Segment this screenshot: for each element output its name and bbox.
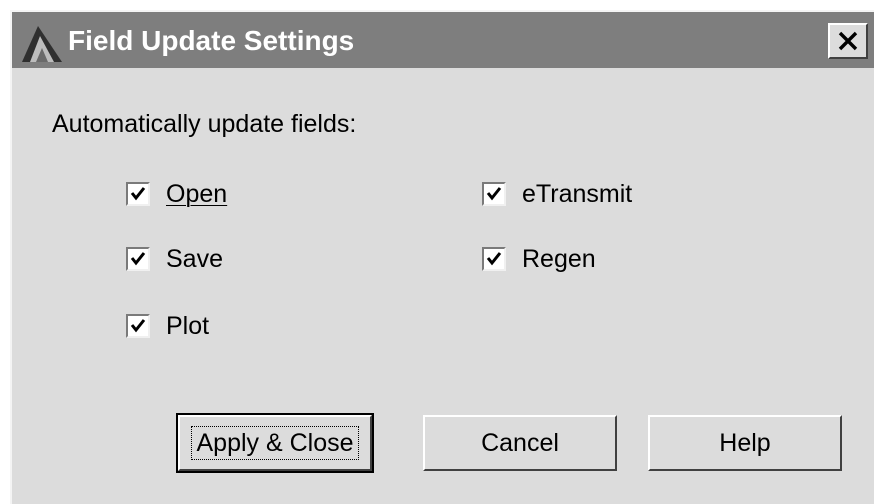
save-checkbox-option[interactable]: Save: [126, 242, 223, 276]
close-button[interactable]: [828, 23, 868, 59]
checkmark-icon: [486, 252, 502, 266]
regen-checkbox[interactable]: [482, 247, 506, 271]
cancel-button[interactable]: Cancel: [423, 415, 617, 471]
etransmit-checkbox-option[interactable]: eTransmit: [482, 177, 632, 211]
cancel-label: Cancel: [481, 429, 559, 457]
regen-label: Regen: [522, 245, 596, 273]
etransmit-label: eTransmit: [522, 180, 633, 208]
checkmark-icon: [486, 187, 502, 201]
open-label: Open: [166, 180, 228, 208]
help-label: Help: [719, 429, 771, 457]
checkmark-icon: [130, 187, 146, 201]
app-icon: [18, 22, 66, 64]
regen-checkbox-option[interactable]: Regen: [482, 242, 596, 276]
title-bar[interactable]: Field Update Settings: [12, 12, 874, 68]
save-label: Save: [166, 245, 223, 273]
plot-checkbox[interactable]: [126, 314, 150, 338]
help-button[interactable]: Help: [648, 415, 842, 471]
dialog-title: Field Update Settings: [68, 25, 355, 56]
plot-checkbox-option[interactable]: Plot: [126, 309, 209, 343]
etransmit-checkbox[interactable]: [482, 182, 506, 206]
field-update-settings-dialog: Field Update Settings Automatically upda…: [10, 10, 874, 504]
auto-update-label: Automatically update fields:: [52, 110, 357, 138]
save-checkbox[interactable]: [126, 247, 150, 271]
apply-close-label: Apply & Close: [191, 426, 359, 460]
checkmark-icon: [130, 319, 146, 333]
checkmark-icon: [130, 252, 146, 266]
open-checkbox[interactable]: [126, 182, 150, 206]
open-checkbox-option[interactable]: Open: [126, 177, 227, 211]
plot-label: Plot: [166, 312, 210, 340]
close-icon: [838, 31, 858, 51]
apply-close-button[interactable]: Apply & Close: [176, 413, 374, 473]
